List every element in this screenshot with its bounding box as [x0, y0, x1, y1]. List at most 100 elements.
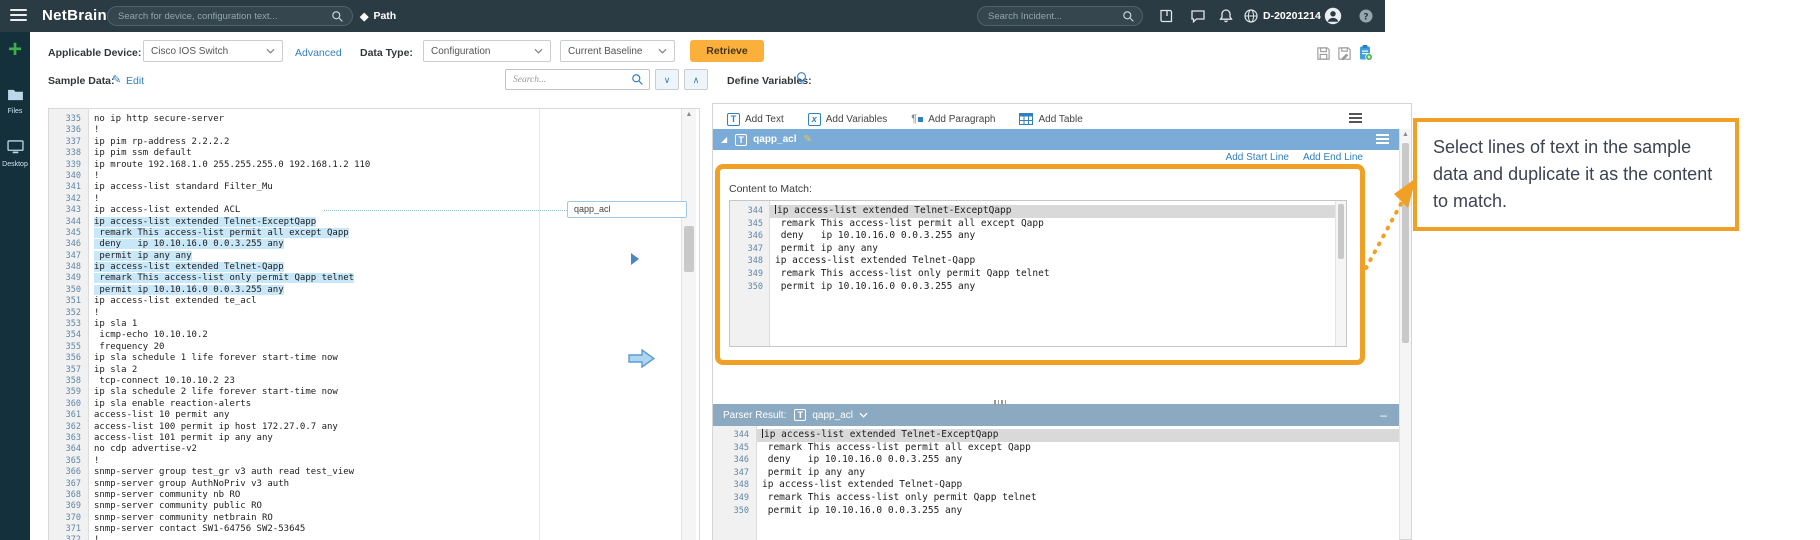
runbook-icon[interactable]: [1158, 8, 1174, 24]
add-text-button[interactable]: T Add Text: [727, 112, 784, 126]
help-icon[interactable]: ?: [1358, 8, 1374, 24]
code-line-370[interactable]: 370 snmp-server community netbrain RO: [49, 513, 699, 524]
code-line-344[interactable]: 344 ip access-list extended Telnet-Except…: [713, 429, 1399, 442]
add-table-button[interactable]: Add Table: [1019, 113, 1083, 125]
find-previous-button[interactable]: ∧: [684, 69, 708, 90]
code-line-338[interactable]: 338 ip pim ssm default: [49, 148, 699, 159]
code-line-347[interactable]: 347 permit ip any any: [730, 243, 1346, 256]
code-line-341[interactable]: 341 ip access-list standard Filter_Mu: [49, 182, 699, 193]
code-line-368[interactable]: 368 snmp-server community nb RO: [49, 490, 699, 501]
path-button[interactable]: ◆ Path: [360, 6, 396, 26]
device-select[interactable]: Cisco IOS Switch: [143, 40, 283, 62]
save-as-icon[interactable]: [1337, 46, 1352, 61]
code-line-346[interactable]: 346 deny ip 10.10.16.0 0.0.3.255 any: [713, 454, 1399, 467]
code-line-346[interactable]: 346 deny ip 10.10.16.0 0.0.3.255 any: [49, 239, 699, 250]
add-variables-button[interactable]: x Add Variables: [807, 112, 887, 126]
code-line-336[interactable]: 336!: [49, 125, 699, 136]
code-line-351[interactable]: 351 ip access-list extended te_acl: [49, 296, 699, 307]
code-line-345[interactable]: 345 remark This access-list permit all e…: [713, 442, 1399, 455]
code-line-357[interactable]: 357 ip sla 2: [49, 365, 699, 376]
rename-pencil-icon[interactable]: ✎: [804, 134, 812, 145]
save-icon[interactable]: [1316, 46, 1331, 61]
edit-sample-link[interactable]: Edit: [126, 75, 144, 87]
match-scrollbar[interactable]: [1335, 201, 1346, 346]
code-line-354[interactable]: 354 icmp-echo 10.10.10.2: [49, 330, 699, 341]
globe-icon[interactable]: [1243, 8, 1259, 24]
sample-config-text[interactable]: 335 no ip http secure-server 336! 337 ip pim…: [49, 109, 699, 540]
hint-lightbulb-icon[interactable]: [795, 71, 808, 86]
code-line-337[interactable]: 337 ip pim rp-address 2.2.2.2: [49, 137, 699, 148]
data-type-select[interactable]: Configuration: [423, 40, 551, 62]
code-line-367[interactable]: 367 snmp-server group AuthNoPriv v3 auth: [49, 479, 699, 490]
variable-dropdown-icon[interactable]: [859, 412, 868, 418]
code-line-347[interactable]: 347 permit ip any any: [713, 467, 1399, 480]
baseline-select[interactable]: Current Baseline: [560, 40, 675, 62]
variable-name-tag[interactable]: qapp_acl: [567, 201, 687, 218]
code-line-350[interactable]: 350 permit ip 10.10.16.0 0.0.3.255 any: [713, 505, 1399, 518]
code-line-348[interactable]: 348 ip access-list extended Telnet-Qapp: [49, 262, 699, 273]
retrieve-button[interactable]: Retrieve: [690, 40, 764, 62]
add-new-button[interactable]: +: [0, 38, 30, 62]
section-menu-icon[interactable]: [1376, 134, 1389, 145]
find-next-button[interactable]: ∨: [655, 69, 679, 90]
code-line-361[interactable]: 361 access-list 10 permit any: [49, 410, 699, 421]
global-search[interactable]: [107, 6, 353, 26]
code-line-352[interactable]: 352!: [49, 308, 699, 319]
code-line-363[interactable]: 363 access-list 101 permit ip any any: [49, 433, 699, 444]
code-line-366[interactable]: 366 snmp-server group test_gr v3 auth rea…: [49, 467, 699, 478]
code-line-339[interactable]: 339 ip mroute 192.168.1.0 255.255.255.0 1…: [49, 160, 699, 171]
code-line-345[interactable]: 345 remark This access-list permit all e…: [49, 227, 699, 239]
sample-search-input[interactable]: [511, 73, 631, 86]
code-line-344[interactable]: 344 ip access-list extended Telnet-Except…: [730, 205, 1346, 218]
code-line-349[interactable]: 349 remark This access-list only permit …: [49, 273, 699, 284]
menu-icon[interactable]: [10, 9, 27, 23]
code-line-348[interactable]: 348 ip access-list extended Telnet-Qapp: [730, 255, 1346, 268]
code-line-369[interactable]: 369 snmp-server community public RO: [49, 501, 699, 512]
sample-scrollbar[interactable]: ▲: [681, 109, 696, 540]
scrollbar-thumb[interactable]: [684, 226, 694, 272]
user-avatar-icon[interactable]: [1324, 7, 1342, 25]
code-line-349[interactable]: 349 remark This access-list only permit …: [713, 492, 1399, 505]
code-line-335[interactable]: 335 no ip http secure-server: [49, 114, 699, 125]
code-line-353[interactable]: 353 ip sla 1: [49, 319, 699, 330]
code-line-372[interactable]: 372!: [49, 535, 699, 540]
incident-search-input[interactable]: [986, 9, 1122, 23]
panel-menu-icon[interactable]: [1349, 113, 1362, 124]
collapse-icon[interactable]: ◢: [721, 135, 727, 144]
code-line-359[interactable]: 359 ip sla schedule 2 life forever start-…: [49, 387, 699, 398]
code-line-349[interactable]: 349 remark This access-list only permit …: [730, 268, 1346, 281]
code-line-344[interactable]: 344 ip access-list extended Telnet-Except…: [49, 216, 699, 228]
parser-result-text[interactable]: 344 ip access-list extended Telnet-Except…: [713, 426, 1399, 540]
sidebar-item-files[interactable]: Files: [0, 88, 30, 115]
code-line-350[interactable]: 350 permit ip 10.10.16.0 0.0.3.255 any: [730, 281, 1346, 294]
code-line-356[interactable]: 356 ip sla schedule 1 life forever start-…: [49, 353, 699, 364]
minimize-icon[interactable]: –: [1380, 408, 1387, 422]
code-line-362[interactable]: 362 access-list 100 permit ip host 172.27…: [49, 422, 699, 433]
code-line-346[interactable]: 346 deny ip 10.10.16.0 0.0.3.255 any: [730, 230, 1346, 243]
code-line-365[interactable]: 365!: [49, 456, 699, 467]
code-line-350[interactable]: 350 permit ip 10.10.16.0 0.0.3.255 any: [49, 284, 699, 296]
add-paragraph-button[interactable]: ¶ Add Paragraph: [911, 113, 995, 125]
content-to-match-text[interactable]: 344 ip access-list extended Telnet-Except…: [730, 201, 1346, 346]
code-line-345[interactable]: 345 remark This access-list permit all e…: [730, 218, 1346, 231]
scroll-up-icon[interactable]: ▲: [1400, 129, 1411, 141]
add-to-library-icon[interactable]: [1357, 44, 1373, 61]
code-line-371[interactable]: 371 snmp-server contact SW1-64756 SW2-536…: [49, 524, 699, 535]
code-line-355[interactable]: 355 frequency 20: [49, 342, 699, 353]
code-line-364[interactable]: 364 no cdp advertise-v2: [49, 444, 699, 455]
incident-search[interactable]: [977, 6, 1143, 26]
notifications-bell-icon[interactable]: [1218, 8, 1234, 24]
sample-search[interactable]: [505, 69, 650, 90]
resize-grip[interactable]: [994, 400, 1006, 405]
code-line-347[interactable]: 347 permit ip any any: [49, 250, 699, 262]
scroll-up-icon[interactable]: ▲: [682, 109, 696, 121]
code-line-360[interactable]: 360 ip sla enable reaction-alerts: [49, 399, 699, 410]
chat-icon[interactable]: [1190, 8, 1206, 24]
code-line-348[interactable]: 348 ip access-list extended Telnet-Qapp: [713, 479, 1399, 492]
advanced-link[interactable]: Advanced: [295, 47, 342, 59]
global-search-input[interactable]: [116, 9, 327, 23]
code-line-358[interactable]: 358 tcp-connect 10.10.10.2 23: [49, 376, 699, 387]
add-start-line-link[interactable]: Add Start Line: [1226, 152, 1289, 163]
code-line-340[interactable]: 340!: [49, 171, 699, 182]
scrollbar-thumb[interactable]: [1338, 204, 1344, 259]
